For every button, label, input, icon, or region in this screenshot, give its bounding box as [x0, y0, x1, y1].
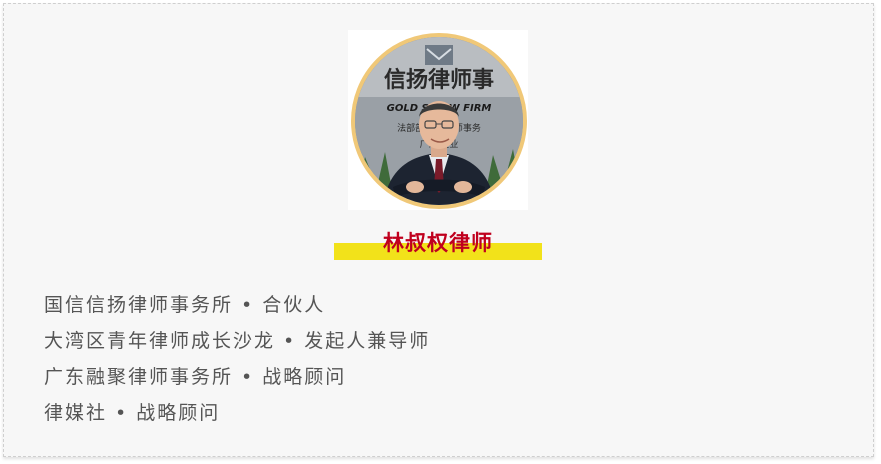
- role-item: 大湾区青年律师成长沙龙 • 发起人兼导师: [44, 330, 431, 352]
- photo-frame: 信扬律师事 GOLD SUN W FIRM 法部部级文 律师事务 广州 企业: [348, 30, 528, 210]
- avatar: 信扬律师事 GOLD SUN W FIRM 法部部级文 律师事务 广州 企业: [351, 33, 527, 209]
- profile-card: 信扬律师事 GOLD SUN W FIRM 法部部级文 律师事务 广州 企业: [3, 3, 874, 457]
- backdrop-sign-chinese: 信扬律师事: [384, 67, 494, 93]
- role-item: 国信信扬律师事务所 • 合伙人: [44, 294, 326, 316]
- lawyer-name: 林叔权律师: [383, 230, 493, 255]
- role-item: 律媒社 • 战略顾问: [44, 402, 221, 424]
- lawyer-name-block: 林叔权律师: [334, 226, 542, 260]
- role-item: 广东融聚律师事务所 • 战略顾问: [44, 366, 347, 388]
- firm-logo-icon: [425, 45, 453, 65]
- portrait-photo: 信扬律师事 GOLD SUN W FIRM 法部部级文 律师事务 广州 企业: [355, 37, 523, 205]
- roles-list: 国信信扬律师事务所 • 合伙人 大湾区青年律师成长沙龙 • 发起人兼导师 广东融…: [44, 287, 430, 431]
